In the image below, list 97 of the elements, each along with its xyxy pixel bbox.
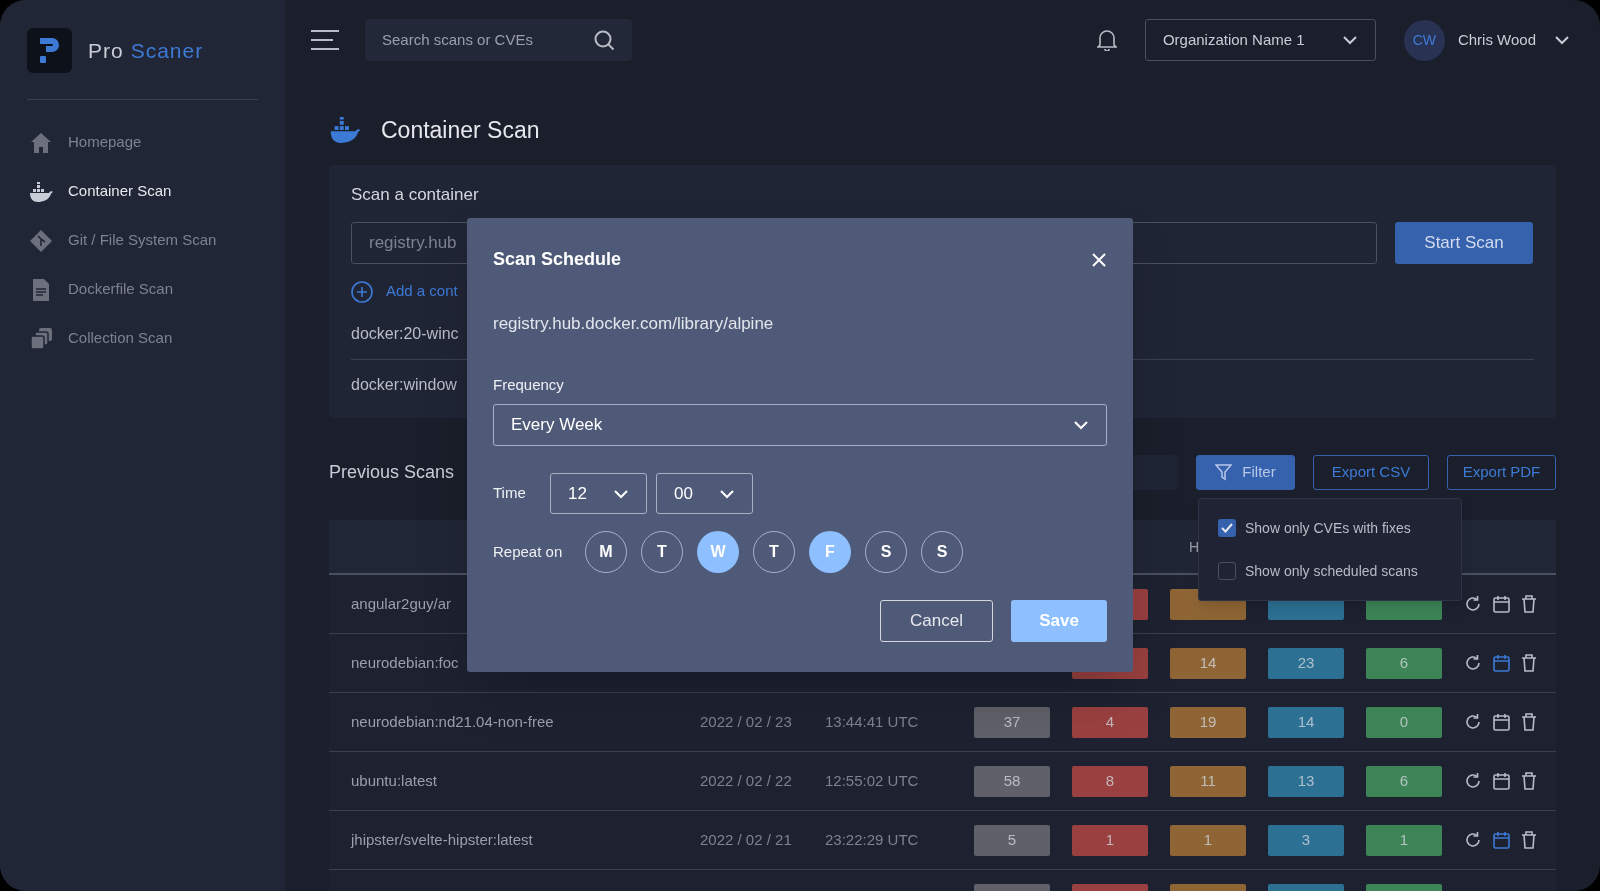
chevron-down-icon xyxy=(613,488,629,499)
brand-name-highlight: Scaner xyxy=(130,37,204,64)
trash-icon[interactable] xyxy=(1521,831,1537,849)
count-badge: 14 xyxy=(1170,647,1246,679)
count-badge: 8 xyxy=(1072,765,1148,797)
section-title: Previous Scans xyxy=(329,461,455,484)
count-badge: 1 xyxy=(1072,824,1148,856)
count-badge: 13 xyxy=(1268,765,1344,797)
nav-item[interactable]: Homepage xyxy=(0,118,285,167)
checkbox[interactable] xyxy=(1218,519,1236,537)
field-label: Time xyxy=(493,483,527,504)
count-badge: 0 xyxy=(1366,706,1442,738)
export-button[interactable]: Export CSV xyxy=(1313,455,1429,490)
scan-date: 2022 / 02 / 21 xyxy=(700,831,792,848)
field-label: Repeat on xyxy=(493,541,564,562)
column-header: H xyxy=(1189,538,1200,557)
count-badge: 11 xyxy=(1170,765,1246,797)
logo-icon xyxy=(27,28,72,73)
notification-bell-icon[interactable] xyxy=(1096,29,1117,51)
close-icon[interactable] xyxy=(1091,251,1107,268)
count-badge: 5 xyxy=(974,824,1050,856)
filter-option-label[interactable]: Show only CVEs with fixes xyxy=(1245,517,1411,539)
page-title: Container Scan xyxy=(381,115,540,145)
start-scan-button[interactable]: Start Scan xyxy=(1395,221,1533,264)
refresh-icon[interactable] xyxy=(1464,713,1482,731)
refresh-icon[interactable] xyxy=(1464,772,1482,790)
filter-option-label[interactable]: Show only scheduled scans xyxy=(1245,560,1418,582)
scan-name: ubuntu:latest xyxy=(351,772,437,789)
scan-date: 2022 / 02 / 23 xyxy=(700,713,792,730)
scan-name: jhipster/svelte-hipster:latest xyxy=(351,831,533,848)
count-badge: 14 xyxy=(1268,706,1344,738)
calendar-icon[interactable] xyxy=(1493,831,1510,849)
cancel-button[interactable]: Cancel xyxy=(880,600,993,642)
dialog-title: Scan Schedule xyxy=(493,248,622,271)
calendar-icon[interactable] xyxy=(1493,595,1510,613)
document-icon xyxy=(31,278,51,301)
whale-icon xyxy=(29,181,53,202)
trash-icon[interactable] xyxy=(1521,595,1537,613)
trash-icon[interactable] xyxy=(1521,713,1537,731)
chevron-down-icon xyxy=(719,488,735,499)
checkbox[interactable] xyxy=(1218,562,1236,580)
filter-button[interactable]: Filter xyxy=(1196,455,1295,490)
count-badge: 4 xyxy=(1072,706,1148,738)
count-badge: 19 xyxy=(1170,706,1246,738)
calendar-icon[interactable] xyxy=(1493,654,1510,672)
refresh-icon[interactable] xyxy=(1464,654,1482,672)
scan-time: 13:44:41 UTC xyxy=(825,713,919,730)
minute-dropdown[interactable]: 00 xyxy=(656,473,753,514)
whale-icon xyxy=(329,117,361,143)
count-badge: 58 xyxy=(974,765,1050,797)
chevron-down-icon xyxy=(1341,35,1358,45)
scan-date: 2022 / 02 / 22 xyxy=(700,772,792,789)
scan-name: angular2guy/ar xyxy=(351,595,452,612)
search-placeholder: Search scans or CVEs xyxy=(382,29,533,50)
nav-item[interactable]: Collection Scan xyxy=(0,314,285,363)
hour-dropdown[interactable]: 12 xyxy=(550,473,647,514)
count-badge: 3 xyxy=(1268,824,1344,856)
count-badge: 37 xyxy=(974,706,1050,738)
count-badge: 6 xyxy=(1366,647,1442,679)
user-name[interactable]: Chris Wood xyxy=(1457,28,1536,52)
chevron-down-icon xyxy=(1073,420,1089,430)
card-title: Scan a container xyxy=(351,184,480,206)
brand-name: Pro xyxy=(88,37,124,64)
add-circle-icon[interactable] xyxy=(351,280,373,303)
search-field[interactable]: Search scans or CVEs xyxy=(365,19,632,61)
organization-dropdown[interactable]: Organization Name 1 xyxy=(1144,19,1376,61)
count-badge: 1 xyxy=(1366,824,1442,856)
scan-name: neurodebian:foc xyxy=(351,654,459,671)
scan-time: 12:55:02 UTC xyxy=(825,772,919,789)
trash-icon[interactable] xyxy=(1521,654,1537,672)
menu-icon[interactable] xyxy=(311,30,339,50)
recent-container[interactable]: docker:window xyxy=(351,372,457,397)
filter-icon xyxy=(1215,464,1233,481)
calendar-icon[interactable] xyxy=(1493,713,1510,731)
scan-name: neurodebian:nd21.04-non-free xyxy=(351,713,554,730)
add-container-link[interactable]: Add a cont xyxy=(386,280,458,303)
nav-item[interactable]: Dockerfile Scan xyxy=(0,265,285,314)
frequency-dropdown[interactable]: Every Week xyxy=(493,404,1107,446)
refresh-icon[interactable] xyxy=(1464,595,1482,613)
count-badge: 6 xyxy=(1366,765,1442,797)
refresh-icon[interactable] xyxy=(1464,831,1482,849)
home-icon xyxy=(30,131,52,154)
search-icon xyxy=(594,29,615,51)
registry-url: registry.hub.docker.com/library/alpine xyxy=(493,313,775,335)
count-badge: 1 xyxy=(1170,824,1246,856)
nav-item[interactable]: Git / File System Scan xyxy=(0,216,285,265)
count-badge: 23 xyxy=(1268,647,1344,679)
recent-container[interactable]: docker:20-winc xyxy=(351,322,459,346)
trash-icon[interactable] xyxy=(1521,772,1537,790)
diamond-branch-icon xyxy=(30,229,52,252)
field-label: Frequency xyxy=(493,374,565,395)
calendar-icon[interactable] xyxy=(1493,772,1510,790)
stacked-pages-icon xyxy=(30,327,52,350)
nav-item[interactable]: Container Scan xyxy=(0,167,285,216)
scan-time: 23:22:29 UTC xyxy=(825,831,919,848)
export-button[interactable]: Export PDF xyxy=(1447,455,1556,490)
chevron-down-icon xyxy=(1554,35,1570,45)
